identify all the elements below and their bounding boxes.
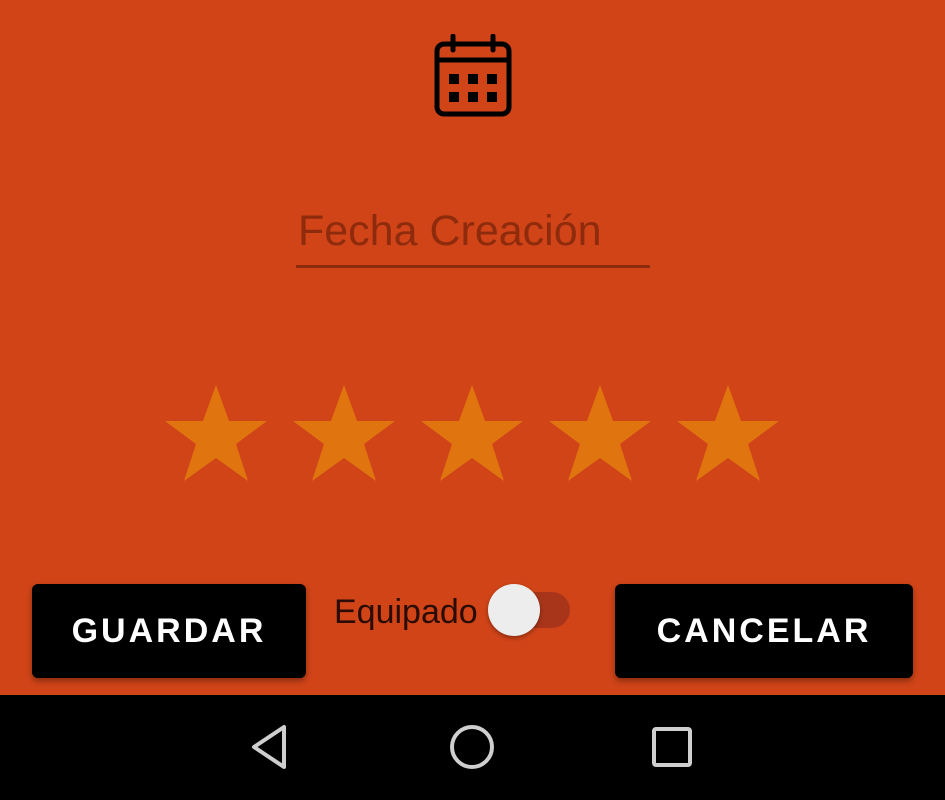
star-5[interactable] bbox=[672, 378, 784, 490]
star-1[interactable] bbox=[160, 378, 272, 490]
system-navbar bbox=[0, 695, 945, 800]
switch-thumb[interactable] bbox=[487, 584, 540, 636]
date-field[interactable]: Fecha Creación bbox=[296, 198, 650, 268]
app-screen: Fecha Creación GUARDAR Equipado CANCELAR bbox=[0, 0, 945, 695]
back-button[interactable] bbox=[240, 717, 300, 777]
switch-label: Equipado bbox=[334, 592, 478, 631]
star-2[interactable] bbox=[288, 378, 400, 490]
home-circle-icon bbox=[450, 725, 494, 769]
star-icon bbox=[165, 385, 267, 481]
recent-square-icon bbox=[652, 727, 692, 767]
star-icon bbox=[549, 385, 651, 481]
star-icon bbox=[677, 385, 779, 481]
star-3[interactable] bbox=[416, 378, 528, 490]
calendar-button[interactable] bbox=[430, 32, 516, 120]
star-4[interactable] bbox=[544, 378, 656, 490]
cancel-button[interactable]: CANCELAR bbox=[615, 584, 913, 678]
star-icon bbox=[293, 385, 395, 481]
back-triangle-icon bbox=[252, 725, 286, 769]
save-button[interactable]: GUARDAR bbox=[32, 584, 306, 678]
equipped-switch[interactable] bbox=[487, 584, 572, 640]
star-icon bbox=[421, 385, 523, 481]
equipped-switch-row: Equipado bbox=[334, 584, 572, 640]
star-rating[interactable] bbox=[160, 378, 784, 490]
recents-button[interactable] bbox=[642, 717, 702, 777]
home-button[interactable] bbox=[442, 717, 502, 777]
calendar-icon bbox=[434, 34, 512, 117]
